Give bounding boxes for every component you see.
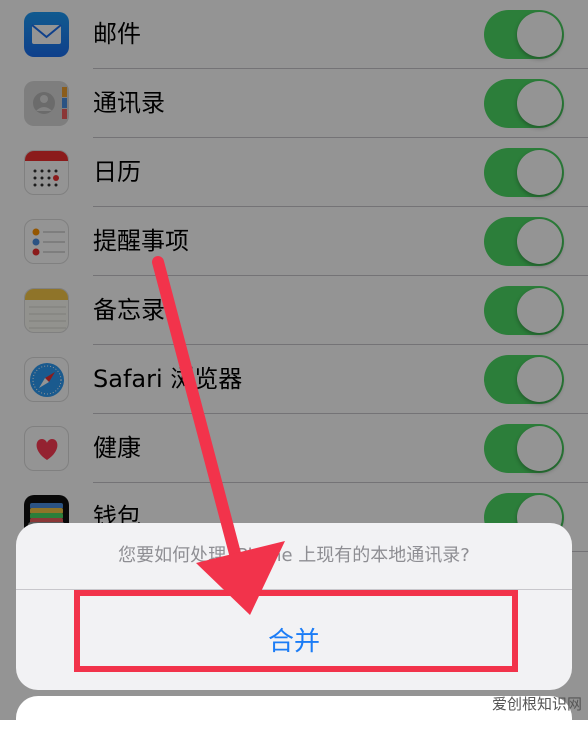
- annotation-arrow: [152, 256, 285, 615]
- watermark: 爱创根知识网: [491, 696, 582, 713]
